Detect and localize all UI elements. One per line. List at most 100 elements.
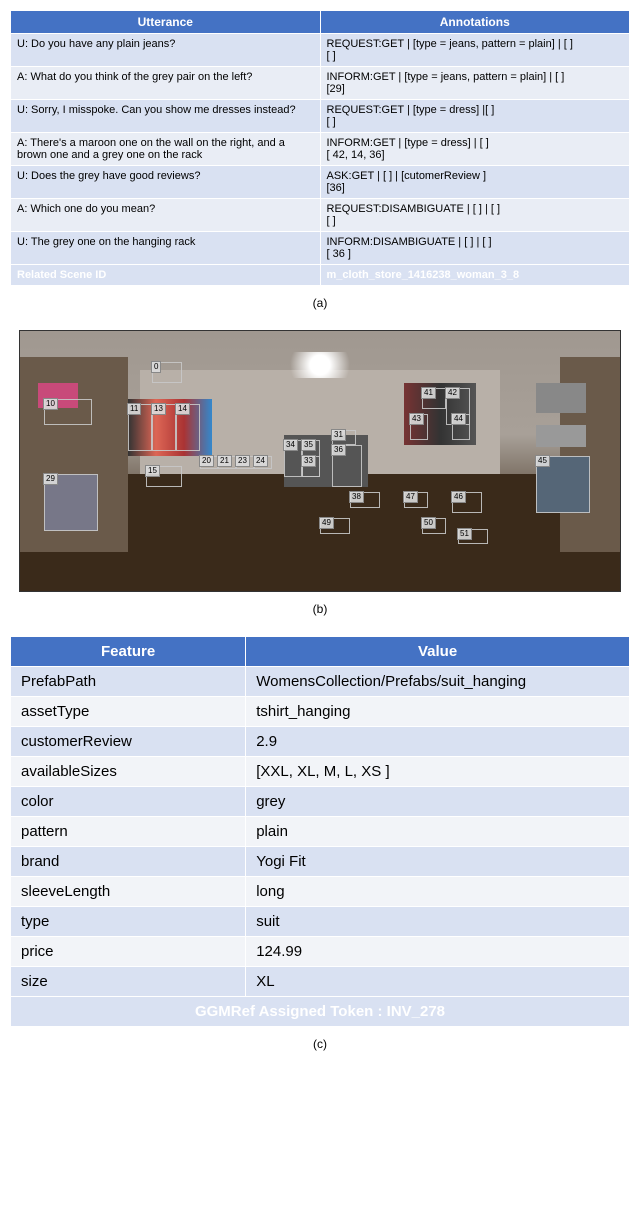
table-row: sleeveLengthlong <box>11 877 630 907</box>
header-feature: Feature <box>11 637 246 667</box>
bbox: 10 <box>44 399 92 425</box>
value-cell: grey <box>246 787 630 817</box>
bbox: 34 <box>284 440 302 476</box>
bbox: 46 <box>452 492 482 513</box>
bbox: 14 <box>176 404 200 451</box>
bbox-label: 38 <box>349 491 364 503</box>
bbox-label: 45 <box>535 455 550 467</box>
bbox: 23 <box>236 456 254 469</box>
utterance-cell: A: What do you think of the grey pair on… <box>11 67 321 100</box>
bbox-label: 51 <box>457 528 472 540</box>
bbox-label: 21 <box>217 455 232 467</box>
bbox: 51 <box>458 529 488 545</box>
bbox: 41 <box>422 388 446 409</box>
bbox-label: 14 <box>175 403 190 415</box>
utterance-cell: U: Does the grey have good reviews? <box>11 166 321 199</box>
value-cell: 2.9 <box>246 727 630 757</box>
feature-cell: price <box>11 937 246 967</box>
bbox-label: 20 <box>199 455 214 467</box>
value-cell: 124.99 <box>246 937 630 967</box>
value-cell: tshirt_hanging <box>246 697 630 727</box>
bbox-label: 41 <box>421 387 436 399</box>
table-row: U: Sorry, I misspoke. Can you show me dr… <box>11 100 630 133</box>
table-row: U: The grey one on the hanging rackINFOR… <box>11 232 630 265</box>
annotation-cell: INFORM:GET | [type = jeans, pattern = pl… <box>320 67 630 100</box>
bbox-label: 43 <box>409 413 424 425</box>
scene-image: 10 0 11 13 14 29 15 2021 2324 3435 33 31 36 41 42 43 44 3… <box>19 330 621 592</box>
bbox: 29 <box>44 474 98 531</box>
feature-cell: sleeveLength <box>11 877 246 907</box>
feature-cell: size <box>11 967 246 997</box>
header-value: Value <box>246 637 630 667</box>
table-row: A: What do you think of the grey pair on… <box>11 67 630 100</box>
bbox: 47 <box>404 492 428 508</box>
bbox: 20 <box>200 456 218 469</box>
table-row: patternplain <box>11 817 630 847</box>
bbox-label: 31 <box>331 429 346 441</box>
bbox: 36 <box>332 445 362 487</box>
feature-cell: availableSizes <box>11 757 246 787</box>
feature-cell: customerReview <box>11 727 246 757</box>
table-a-dialog: Utterance Annotations U: Do you have any… <box>10 10 630 286</box>
bbox-label: 15 <box>145 465 160 477</box>
table-row: U: Does the grey have good reviews?ASK:G… <box>11 166 630 199</box>
bbox: 43 <box>410 414 428 440</box>
bbox-label: 34 <box>283 439 298 451</box>
bbox: 33 <box>302 456 320 477</box>
value-cell: long <box>246 877 630 907</box>
table-row: price124.99 <box>11 937 630 967</box>
bbox: 21 <box>218 456 236 469</box>
annotation-cell: REQUEST:GET | [type = jeans, pattern = p… <box>320 34 630 67</box>
bbox-label: 50 <box>421 517 436 529</box>
bbox-label: 0 <box>151 361 161 373</box>
caption-a: (a) <box>10 296 630 310</box>
table-row: PrefabPathWomensCollection/Prefabs/suit_… <box>11 667 630 697</box>
value-cell: suit <box>246 907 630 937</box>
bbox-label: 10 <box>43 398 58 410</box>
table-row: U: Do you have any plain jeans?REQUEST:G… <box>11 34 630 67</box>
annotation-cell: INFORM:DISAMBIGUATE | [ ] | [ ] [ 36 ] <box>320 232 630 265</box>
table-row: A: There's a maroon one on the wall on t… <box>11 133 630 166</box>
header-utterance: Utterance <box>11 11 321 34</box>
bbox: 11 <box>128 404 152 451</box>
bbox: 15 <box>146 466 182 487</box>
bbox-label: 42 <box>445 387 460 399</box>
table-row: assetTypetshirt_hanging <box>11 697 630 727</box>
bbox-label: 33 <box>301 455 316 467</box>
feature-cell: pattern <box>11 817 246 847</box>
caption-b: (b) <box>10 602 630 616</box>
annotation-cell: INFORM:GET | [type = dress] | [ ] [ 42, … <box>320 133 630 166</box>
table-row: availableSizes[XXL, XL, M, L, XS ] <box>11 757 630 787</box>
table-c-features: Feature Value PrefabPathWomensCollection… <box>10 636 630 1027</box>
bbox: 38 <box>350 492 380 508</box>
bbox: 45 <box>536 456 590 513</box>
bbox: 49 <box>320 518 350 534</box>
bbox-label: 24 <box>253 455 268 467</box>
bbox-label: 47 <box>403 491 418 503</box>
value-cell: XL <box>246 967 630 997</box>
value-cell: Yogi Fit <box>246 847 630 877</box>
caption-c: (c) <box>10 1037 630 1051</box>
bbox-label: 11 <box>127 403 141 415</box>
table-row: sizeXL <box>11 967 630 997</box>
bbox: 13 <box>152 404 176 451</box>
table-row: A: Which one do you mean?REQUEST:DISAMBI… <box>11 199 630 232</box>
header-annotations: Annotations <box>320 11 630 34</box>
feature-cell: assetType <box>11 697 246 727</box>
bbox: 0 <box>152 362 182 383</box>
annotation-cell: REQUEST:GET | [type = dress] |[ ] [ ] <box>320 100 630 133</box>
utterance-cell: U: Do you have any plain jeans? <box>11 34 321 67</box>
value-cell: [XXL, XL, M, L, XS ] <box>246 757 630 787</box>
bbox: 31 <box>332 430 356 446</box>
bbox: 44 <box>452 414 470 440</box>
bbox-label: 36 <box>331 444 346 456</box>
table-row: customerReview2.9 <box>11 727 630 757</box>
table-row: colorgrey <box>11 787 630 817</box>
utterance-cell: A: Which one do you mean? <box>11 199 321 232</box>
table-row: brandYogi Fit <box>11 847 630 877</box>
bbox-label: 35 <box>301 439 316 451</box>
bbox-label: 13 <box>151 403 166 415</box>
bbox-label: 49 <box>319 517 334 529</box>
annotation-cell: REQUEST:DISAMBIGUATE | [ ] | [ ] [ ] <box>320 199 630 232</box>
feature-cell: PrefabPath <box>11 667 246 697</box>
